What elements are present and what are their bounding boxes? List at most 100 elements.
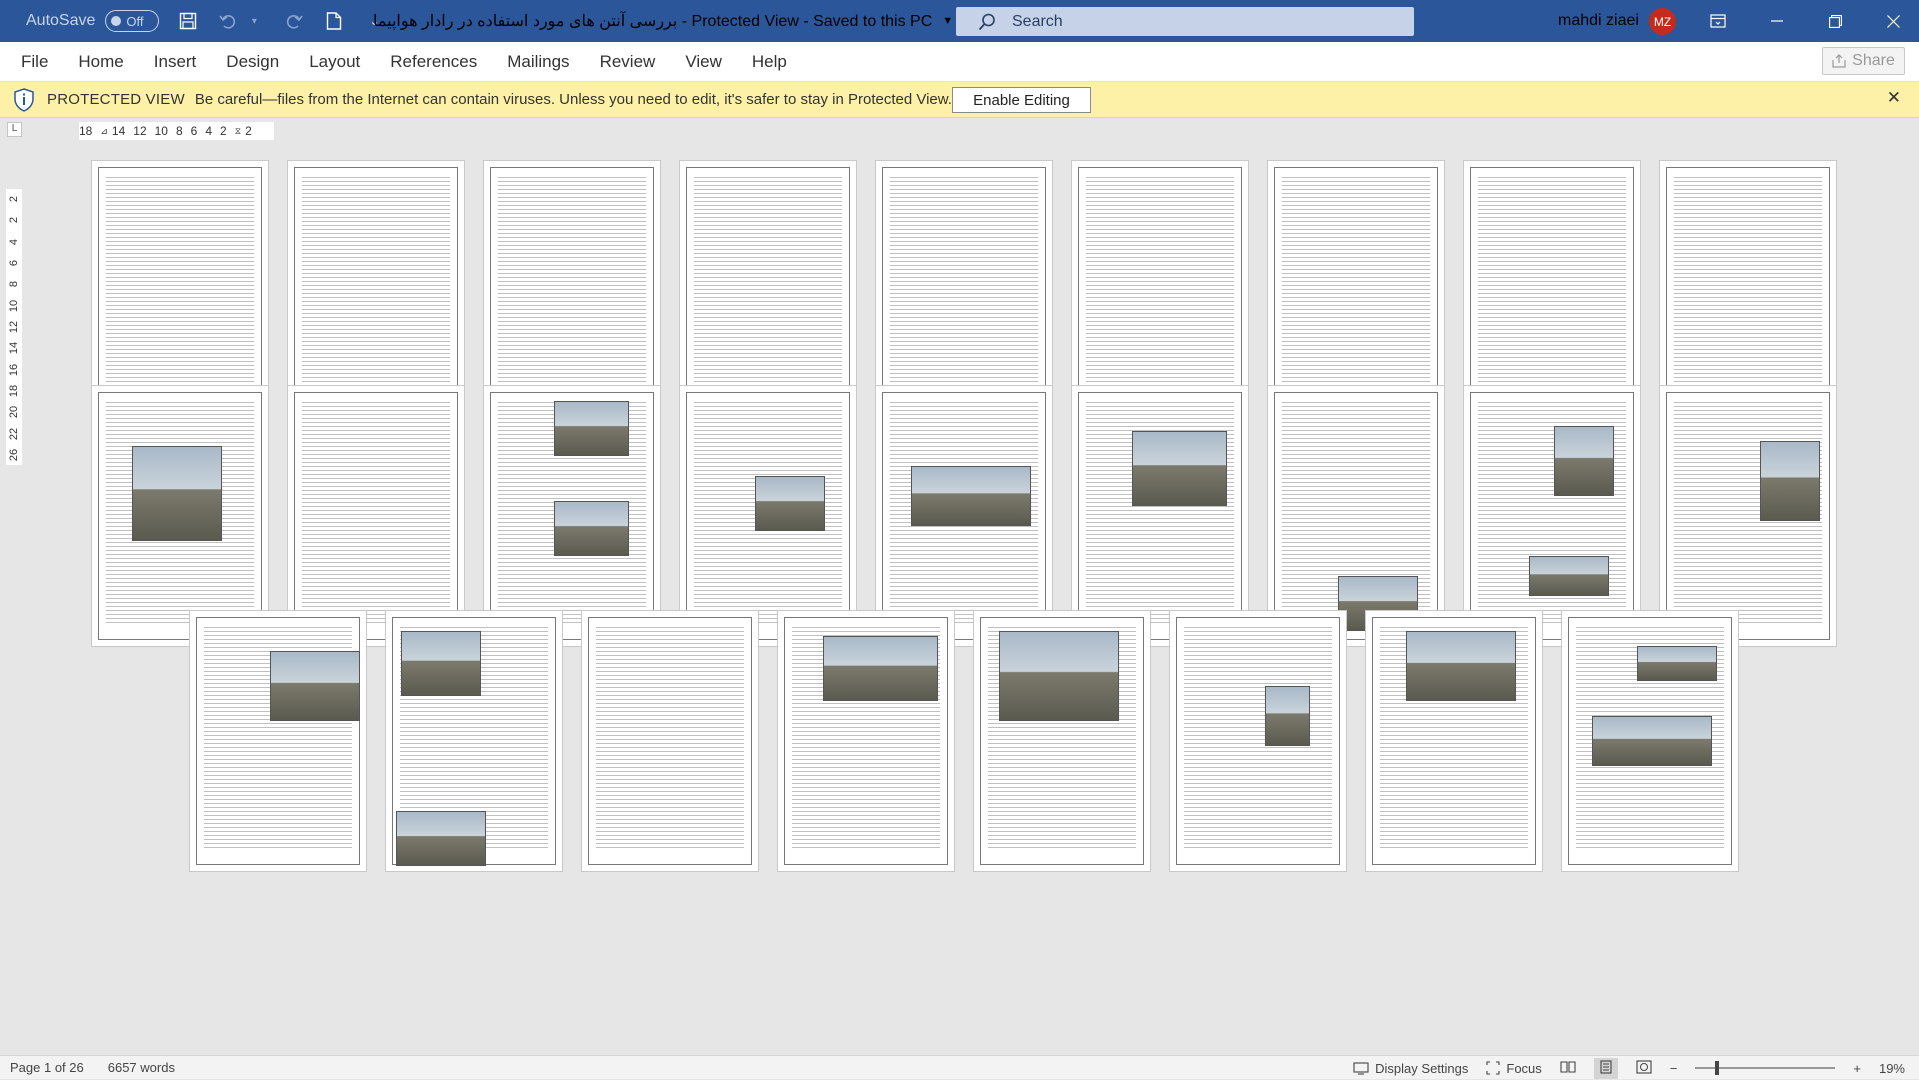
page-thumbnail[interactable] bbox=[1071, 385, 1249, 647]
page-thumbnail[interactable] bbox=[1169, 610, 1347, 872]
ribbon-display-options-icon[interactable] bbox=[1695, 0, 1741, 42]
page-image bbox=[1406, 631, 1516, 701]
page-thumbnail[interactable] bbox=[973, 610, 1151, 872]
document-title-text: بررسی آنتن های مورد استفاده در رادار هوا… bbox=[373, 13, 933, 30]
page-text-lines bbox=[890, 177, 1038, 401]
display-settings-label: Display Settings bbox=[1375, 1060, 1469, 1076]
ruler-mark: 18 bbox=[8, 384, 20, 398]
autosave-state: Off bbox=[126, 13, 144, 29]
close-message-icon[interactable]: ✕ bbox=[1887, 88, 1901, 108]
chevron-down-icon[interactable]: ▼ bbox=[942, 15, 953, 27]
page-thumbnail[interactable] bbox=[1267, 385, 1445, 647]
autosave-toggle[interactable]: Off bbox=[105, 10, 160, 32]
page-thumbnail[interactable] bbox=[287, 385, 465, 647]
ruler-mark: 18 bbox=[79, 124, 93, 138]
minimize-icon[interactable] bbox=[1754, 0, 1800, 42]
page-thumbnail[interactable] bbox=[1659, 385, 1837, 647]
ruler-mark: 16 bbox=[8, 363, 20, 376]
page-image bbox=[554, 501, 629, 556]
page-thumbnail[interactable] bbox=[1463, 160, 1641, 422]
tab-layout[interactable]: Layout bbox=[294, 42, 375, 82]
page-thumbnail[interactable] bbox=[91, 385, 269, 647]
avatar[interactable]: MZ bbox=[1649, 8, 1676, 35]
page-thumbnail[interactable] bbox=[1267, 160, 1445, 422]
page-thumbnail[interactable] bbox=[875, 160, 1053, 422]
page-image bbox=[396, 811, 486, 866]
search-box[interactable]: Search bbox=[956, 7, 1414, 36]
page-thumbnail[interactable] bbox=[1071, 160, 1249, 422]
right-indent-marker-icon[interactable]: ⧖ bbox=[235, 126, 241, 137]
tab-selector[interactable]: L bbox=[7, 122, 22, 137]
tab-review[interactable]: Review bbox=[585, 42, 671, 82]
undo-dropdown-icon[interactable]: ▾ bbox=[243, 10, 265, 32]
page-thumbnail[interactable] bbox=[679, 160, 857, 422]
new-document-icon[interactable] bbox=[323, 10, 345, 32]
ruler-mark: 8 bbox=[175, 124, 183, 138]
page-thumbnail[interactable] bbox=[385, 610, 563, 872]
tab-view[interactable]: View bbox=[670, 42, 737, 82]
ruler-mark: 20 bbox=[8, 406, 20, 419]
tab-insert[interactable]: Insert bbox=[139, 42, 212, 82]
page-image bbox=[999, 631, 1119, 721]
indent-marker-icon[interactable]: ⊿ bbox=[100, 126, 108, 137]
status-bar: Page 1 of 26 6657 words Display Settings… bbox=[0, 1055, 1919, 1079]
word-count[interactable]: 6657 words bbox=[108, 1060, 175, 1075]
ruler-mark: 2 bbox=[8, 217, 20, 224]
zoom-level[interactable]: 19% bbox=[1879, 1061, 1905, 1076]
tab-file[interactable]: File bbox=[0, 42, 63, 82]
page-thumbnail[interactable] bbox=[287, 160, 465, 422]
page-thumbnail[interactable] bbox=[1659, 160, 1837, 422]
display-settings-button[interactable]: Display Settings bbox=[1353, 1061, 1468, 1076]
zoom-in-icon[interactable]: + bbox=[1853, 1061, 1861, 1076]
page-text-lines bbox=[498, 177, 646, 401]
page-thumbnail[interactable] bbox=[581, 610, 759, 872]
tab-help[interactable]: Help bbox=[737, 42, 802, 82]
page-thumbnail[interactable] bbox=[1561, 610, 1739, 872]
document-title[interactable]: بررسی آنتن های مورد استفاده در رادار هوا… bbox=[373, 0, 953, 42]
page-thumbnail[interactable] bbox=[483, 385, 661, 647]
page-image bbox=[823, 636, 938, 701]
zoom-slider[interactable] bbox=[1695, 1061, 1836, 1075]
print-layout-icon[interactable] bbox=[1593, 1057, 1618, 1079]
tab-design[interactable]: Design bbox=[211, 42, 294, 82]
ruler-mark: 8 bbox=[8, 281, 20, 288]
ruler-mark: 14 bbox=[111, 124, 126, 138]
tab-references[interactable]: References bbox=[375, 42, 492, 82]
tab-mailings[interactable]: Mailings bbox=[492, 42, 584, 82]
zoom-slider-handle[interactable] bbox=[1715, 1061, 1720, 1075]
ruler-mark: 4 bbox=[205, 124, 213, 138]
page-text-lines bbox=[1674, 177, 1822, 401]
autosave-control[interactable]: AutoSave Off bbox=[26, 10, 160, 32]
user-name[interactable]: mahdi ziaei bbox=[1558, 0, 1639, 42]
page-thumbnail[interactable] bbox=[875, 385, 1053, 647]
restore-icon[interactable] bbox=[1812, 0, 1858, 42]
web-layout-icon[interactable] bbox=[1636, 1059, 1652, 1077]
page-indicator[interactable]: Page 1 of 26 bbox=[10, 1060, 84, 1075]
search-placeholder: Search bbox=[1012, 12, 1063, 30]
enable-editing-button[interactable]: Enable Editing bbox=[952, 87, 1091, 113]
undo-icon[interactable] bbox=[217, 10, 239, 32]
page-thumbnail[interactable] bbox=[679, 385, 857, 647]
save-icon[interactable] bbox=[177, 10, 199, 32]
zoom-out-icon[interactable]: − bbox=[1670, 1061, 1678, 1076]
protected-view-message: Be careful—files from the Internet can c… bbox=[194, 91, 952, 108]
read-mode-icon[interactable] bbox=[1560, 1060, 1576, 1077]
ruler-mark: 6 bbox=[8, 259, 20, 267]
vertical-ruler[interactable]: 2 2 4 6 8 10 12 14 16 18 20 22 26 bbox=[6, 189, 22, 465]
focus-button[interactable]: Focus bbox=[1486, 1060, 1542, 1076]
redo-icon[interactable] bbox=[283, 10, 305, 32]
page-thumbnail[interactable] bbox=[91, 160, 269, 422]
page-thumbnail[interactable] bbox=[1463, 385, 1641, 647]
tab-home[interactable]: Home bbox=[63, 42, 138, 82]
share-button[interactable]: Share bbox=[1822, 47, 1905, 75]
page-image bbox=[270, 651, 360, 721]
page-thumbnail[interactable] bbox=[1365, 610, 1543, 872]
page-thumbnail[interactable] bbox=[777, 610, 955, 872]
close-icon[interactable] bbox=[1870, 0, 1916, 42]
page-thumbnail[interactable] bbox=[483, 160, 661, 422]
autosave-label: AutoSave bbox=[26, 12, 96, 29]
horizontal-ruler[interactable]: 18 ⊿ 14 12 10 8 6 4 2 ⧖ 2 bbox=[79, 122, 274, 140]
page-thumbnail[interactable] bbox=[189, 610, 367, 872]
focus-label: Focus bbox=[1506, 1060, 1542, 1076]
page-image bbox=[1760, 441, 1820, 521]
